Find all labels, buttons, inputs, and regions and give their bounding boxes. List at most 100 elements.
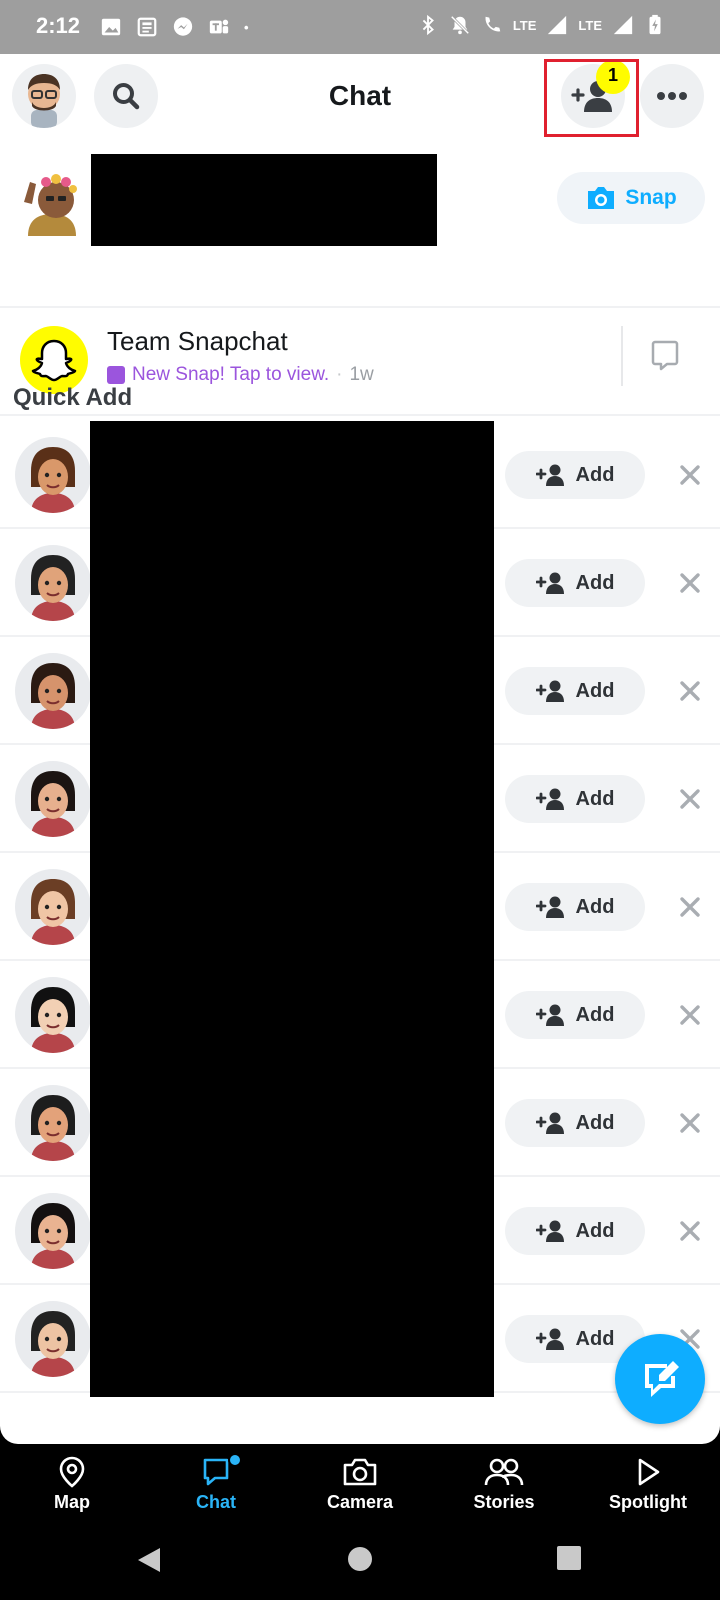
search-icon bbox=[113, 83, 140, 110]
add-label: Add bbox=[575, 787, 615, 810]
recent-apps-icon[interactable] bbox=[557, 1546, 581, 1570]
status-time: 2:12 bbox=[36, 13, 81, 38]
quick-add-avatar[interactable] bbox=[15, 545, 91, 621]
bitmoji-man-sunglasses-horns-icon bbox=[31, 555, 75, 621]
add-friend-pill-button[interactable]: Add bbox=[505, 451, 645, 499]
my-bitmoji-avatar bbox=[24, 174, 77, 236]
news-icon bbox=[137, 17, 157, 37]
dismiss-button[interactable] bbox=[672, 1105, 708, 1141]
back-icon[interactable] bbox=[136, 1546, 162, 1574]
dismiss-button[interactable] bbox=[672, 781, 708, 817]
signal-icon-2 bbox=[613, 15, 633, 35]
wifi-calling-icon bbox=[485, 16, 501, 32]
compose-icon bbox=[645, 1361, 679, 1397]
map-pin-icon bbox=[59, 1456, 85, 1488]
add-friend-pill-button[interactable]: Add bbox=[505, 667, 645, 715]
gallery-icon bbox=[101, 18, 121, 36]
more-options-button[interactable] bbox=[640, 64, 704, 128]
nav-map[interactable]: Map bbox=[0, 1444, 144, 1522]
network-type-label: LTE bbox=[512, 17, 537, 33]
add-label: Add bbox=[575, 895, 615, 918]
quick-add-avatar[interactable] bbox=[15, 653, 91, 729]
play-icon bbox=[638, 1458, 660, 1486]
add-label: Add bbox=[575, 1327, 615, 1350]
notification-icons: • bbox=[100, 16, 249, 38]
my-story-row[interactable]: Snap bbox=[0, 154, 720, 308]
quick-add-avatar[interactable] bbox=[15, 1085, 91, 1161]
snap-button[interactable]: Snap bbox=[557, 172, 705, 224]
camera-nav-icon bbox=[343, 1458, 377, 1486]
my-profile-avatar-button[interactable] bbox=[12, 64, 76, 128]
annotation-highlight-box bbox=[544, 59, 639, 137]
dismiss-button[interactable] bbox=[672, 997, 708, 1033]
add-label: Add bbox=[575, 679, 615, 702]
close-icon bbox=[680, 897, 700, 917]
nav-stories-label: Stories bbox=[473, 1492, 535, 1512]
dismiss-button[interactable] bbox=[672, 565, 708, 601]
more-dots-icon bbox=[657, 92, 687, 100]
bitmoji-woman-sunglasses-icon bbox=[31, 663, 75, 729]
add-friend-pill-button[interactable]: Add bbox=[505, 775, 645, 823]
add-friend-icon bbox=[535, 1328, 564, 1350]
nav-camera[interactable]: Camera bbox=[288, 1444, 432, 1522]
new-chat-button[interactable] bbox=[615, 1334, 705, 1424]
add-friend-icon bbox=[535, 788, 564, 810]
quick-add-avatar[interactable] bbox=[15, 869, 91, 945]
quick-add-heading: Quick Add bbox=[13, 384, 133, 411]
mute-bell-icon bbox=[450, 15, 470, 35]
quick-add-avatar[interactable] bbox=[15, 1193, 91, 1269]
add-label: Add bbox=[575, 463, 615, 486]
new-snap-indicator-icon bbox=[107, 366, 125, 384]
dismiss-button[interactable] bbox=[672, 457, 708, 493]
close-icon bbox=[680, 681, 700, 701]
close-icon bbox=[680, 1221, 700, 1241]
add-label: Add bbox=[575, 1003, 615, 1026]
system-navigation-bar bbox=[0, 1522, 720, 1600]
quick-add-avatar[interactable] bbox=[15, 1301, 91, 1377]
teams-icon bbox=[209, 19, 229, 34]
more-notifications-dot: • bbox=[244, 19, 249, 35]
add-friend-pill-button[interactable]: Add bbox=[505, 1207, 645, 1255]
add-friend-pill-button[interactable]: Add bbox=[505, 559, 645, 607]
home-icon[interactable] bbox=[347, 1546, 373, 1572]
messenger-icon bbox=[173, 17, 193, 36]
camera-icon bbox=[588, 187, 615, 209]
redacted-quick-add-names bbox=[90, 421, 494, 1397]
quick-add-avatar[interactable] bbox=[15, 437, 91, 513]
quick-add-avatar[interactable] bbox=[15, 977, 91, 1053]
add-friend-icon bbox=[535, 464, 564, 486]
dismiss-button[interactable] bbox=[672, 673, 708, 709]
add-friend-pill-button[interactable]: Add bbox=[505, 1099, 645, 1147]
add-friend-pill-button[interactable]: Add bbox=[505, 883, 645, 931]
dismiss-button[interactable] bbox=[672, 1213, 708, 1249]
nav-chat[interactable]: Chat bbox=[144, 1444, 288, 1522]
chat-bubble-icon[interactable] bbox=[650, 339, 680, 371]
quick-add-avatar[interactable] bbox=[15, 761, 91, 837]
row-divider bbox=[621, 326, 623, 386]
snap-button-label: Snap bbox=[625, 186, 677, 209]
dismiss-button[interactable] bbox=[672, 889, 708, 925]
search-button[interactable] bbox=[94, 64, 158, 128]
add-friend-icon bbox=[535, 1220, 564, 1242]
chat-header: Chat 1 bbox=[0, 54, 720, 154]
team-snapchat-name: Team Snapchat bbox=[107, 326, 288, 356]
add-friend-icon bbox=[535, 1004, 564, 1026]
add-label: Add bbox=[575, 1219, 615, 1242]
add-friend-pill-button[interactable]: Add bbox=[505, 991, 645, 1039]
close-icon bbox=[680, 1005, 700, 1025]
chat-unread-dot bbox=[228, 1453, 242, 1467]
close-icon bbox=[680, 465, 700, 485]
network-type-label-2: LTE bbox=[578, 17, 602, 33]
signal-icon bbox=[548, 15, 567, 35]
stories-icon bbox=[484, 1458, 524, 1486]
nav-camera-label: Camera bbox=[326, 1492, 394, 1512]
nav-map-label: Map bbox=[54, 1492, 90, 1512]
nav-spotlight[interactable]: Spotlight bbox=[576, 1444, 720, 1522]
nav-stories[interactable]: Stories bbox=[432, 1444, 576, 1522]
separator-dot: · bbox=[336, 364, 343, 385]
last-activity-time: 1w bbox=[349, 364, 374, 385]
new-snap-status: New Snap! Tap to view. bbox=[132, 364, 330, 385]
snapchat-ghost-icon bbox=[31, 339, 77, 382]
bitmoji-woman-curly-hair-icon bbox=[31, 771, 75, 837]
close-icon bbox=[680, 573, 700, 593]
